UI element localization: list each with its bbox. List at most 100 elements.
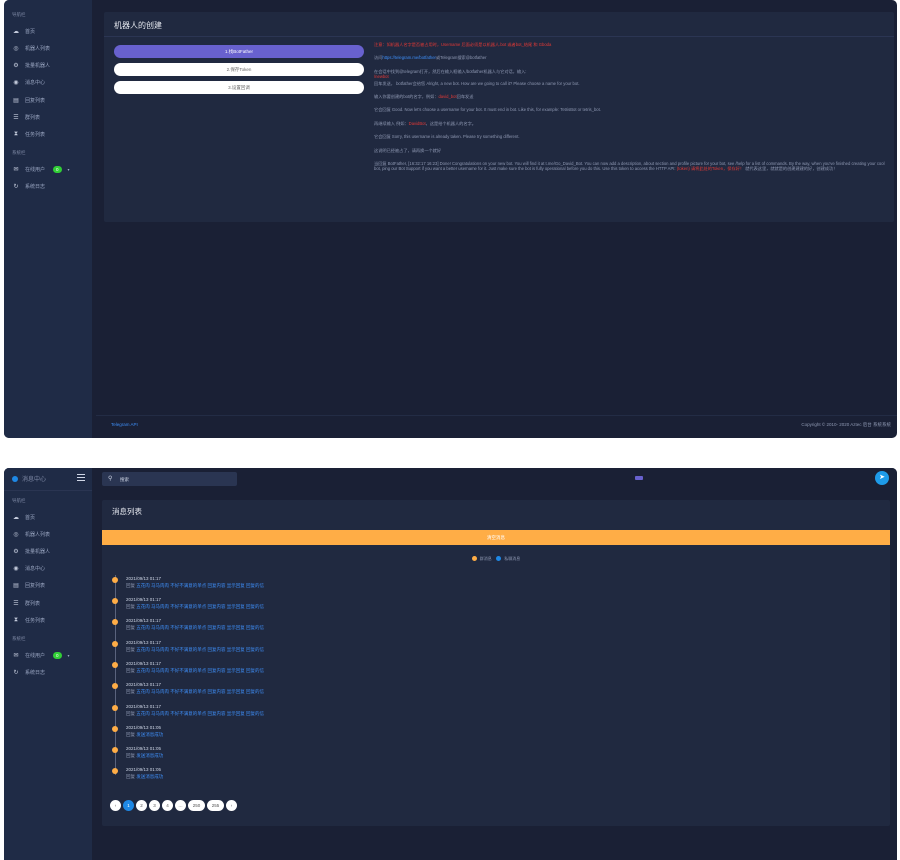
cloud-icon: ☁ xyxy=(13,28,19,35)
top-bar: ⚲ ➤ xyxy=(92,468,897,490)
message-link[interactable]: 发送消息成功 xyxy=(136,732,163,737)
count-badge: 0 xyxy=(53,651,62,659)
step-text: 这说明已经被占了，请再换一个就好 xyxy=(374,147,442,153)
refresh-icon: ↻ xyxy=(13,669,19,676)
page-button[interactable]: 255 xyxy=(207,800,224,811)
message-link[interactable]: 五花肉 马马肉肉 不好不满意的单点 回复内容 显示回复 回复的信 xyxy=(136,711,264,716)
sidebar-item-system-log[interactable]: ↻ 系统日志 xyxy=(12,181,88,191)
sidebar-item-message-center[interactable]: ◉ 消息中心 xyxy=(12,563,88,573)
timeline-dot-icon xyxy=(112,619,118,625)
sidebar-item-reply-list[interactable]: ▤ 回复列表 xyxy=(12,95,88,105)
step-text: 访问https://telegram.me/botfather或Telegram… xyxy=(374,55,487,61)
sidebar-item-label: 消息中心 xyxy=(25,565,46,572)
search-icon: ⚲ xyxy=(108,476,113,482)
sidebar-item-online-users[interactable]: ✉ 在线用户 0 ▾ xyxy=(12,650,88,660)
sidebar-item-label: 系统日志 xyxy=(25,669,46,676)
timeline-dot-icon xyxy=(112,768,118,774)
sidebar-item-label: 群列表 xyxy=(25,600,41,607)
sidebar-item-reply-list[interactable]: ▤ 回复列表 xyxy=(12,580,88,590)
message-icon: ◉ xyxy=(13,79,19,86)
count-badge: 0 xyxy=(53,165,62,173)
step-text: 它会回复 Good. Now let's choose a username f… xyxy=(374,107,601,113)
sidebar-section-label: 系统栏 xyxy=(12,150,26,155)
page-prev-button[interactable]: ‹ xyxy=(110,800,121,811)
sidebar-item-label: 在线用户 xyxy=(25,652,46,659)
tab-save-token[interactable]: 2.保存Token xyxy=(114,63,364,76)
sidebar-item-label: 在线用户 xyxy=(25,166,46,173)
chat-icon: ✉ xyxy=(13,652,19,659)
search-input[interactable] xyxy=(120,474,230,484)
page-next-button[interactable]: › xyxy=(226,800,237,811)
refresh-icon: ↻ xyxy=(13,183,19,190)
page-button[interactable]: 2 xyxy=(136,800,147,811)
tab-set-callback[interactable]: 3.设置回调 xyxy=(114,81,364,94)
step-text: 输入你要创建的bot的名字，例如：david_bot回车发送 xyxy=(374,94,474,100)
step-text: 在会话中找到@telegram打开，然后在输入框输入/botfather机器人与… xyxy=(374,68,527,80)
menu-icon[interactable] xyxy=(77,474,85,482)
sidebar-item-label: 首页 xyxy=(25,28,36,35)
search-box[interactable]: ⚲ xyxy=(102,472,237,486)
message-link[interactable]: 发送消息成功 xyxy=(136,753,163,758)
robot-icon: ◎ xyxy=(13,531,19,538)
hourglass-icon: ⧗ xyxy=(13,616,19,623)
sidebar-item-batch-robot[interactable]: ⚙ 批量机器人 xyxy=(12,546,88,556)
timeline-dot-icon xyxy=(112,747,118,753)
step-text: 再继续输入 例如：DavidBot，这是给个机器人的名字。 xyxy=(374,120,476,126)
sidebar-section-label: 导航栏 xyxy=(12,12,26,17)
cogs-icon: ⚙ xyxy=(13,62,19,69)
message-link[interactable]: 发送消息成功 xyxy=(136,774,163,779)
clear-messages-button[interactable]: 清空消息 xyxy=(102,530,890,545)
sidebar-item-robot-list[interactable]: ◎ 机器人列表 xyxy=(12,529,88,539)
timeline-dot-icon xyxy=(112,705,118,711)
message-link[interactable]: 五花肉 马马肉肉 不好不满意的单点 回复内容 显示回复 回复的信 xyxy=(136,583,264,588)
sidebar-item-robot-list[interactable]: ◎ 机器人列表 xyxy=(12,43,88,53)
page-button[interactable]: 4 xyxy=(162,800,173,811)
footer: Telegram API Copyright © 2010- 2020 Azte… xyxy=(96,415,897,438)
sidebar-item-batch-robot[interactable]: ⚙ 批量机器人 xyxy=(12,60,88,70)
step-text: 回车发送， botfather会给您 Alright, a new bot. H… xyxy=(374,80,580,86)
message-link[interactable]: 五花肉 马马肉肉 不好不满意的单点 回复内容 显示回复 回复的信 xyxy=(136,689,264,694)
legend-label: 私聊消息 xyxy=(504,556,521,561)
sidebar-section-label: 系统栏 xyxy=(12,636,26,641)
message-link[interactable]: 五花肉 马马肉肉 不好不满意的单点 回复内容 显示回复 回复的信 xyxy=(136,647,264,652)
sidebar-item-label: 机器人列表 xyxy=(25,531,51,538)
card-title: 机器人的创建 xyxy=(114,21,162,30)
tab-find-botfather[interactable]: 1.找BotFather xyxy=(114,45,364,58)
sidebar-item-task-list[interactable]: ⧗ 任务列表 xyxy=(12,129,88,139)
telegram-icon[interactable]: ➤ xyxy=(875,471,889,485)
sidebar-item-home[interactable]: ☁ 首页 xyxy=(12,26,88,36)
page-button[interactable]: 3 xyxy=(149,800,160,811)
card-title: 消息列表 xyxy=(112,507,142,516)
timeline-dot-icon xyxy=(112,577,118,583)
private-dot-icon xyxy=(496,556,502,562)
sidebar-item-group-list[interactable]: ☰ 群列表 xyxy=(12,112,88,122)
message-link[interactable]: 五花肉 马马肉肉 不好不满意的单点 回复内容 显示回复 回复的信 xyxy=(136,668,264,673)
message-link[interactable]: 五花肉 马马肉肉 不好不满意的单点 回复内容 显示回复 回复的信 xyxy=(136,625,264,630)
timeline-dot-icon xyxy=(112,726,118,732)
page-button[interactable]: 1 xyxy=(123,800,134,811)
divider xyxy=(104,36,894,37)
sidebar-item-home[interactable]: ☁ 首页 xyxy=(12,512,88,522)
message-icon: ◉ xyxy=(13,565,19,572)
sidebar-item-label: 批量机器人 xyxy=(25,62,51,69)
sidebar-item-group-list[interactable]: ☰ 群列表 xyxy=(12,598,88,608)
sidebar-item-message-center[interactable]: ◉ 消息中心 xyxy=(12,77,88,87)
footer-link[interactable]: Telegram API xyxy=(111,422,138,427)
timeline-line xyxy=(115,575,116,775)
message-list-card: 消息列表 清空消息 群消息 私聊消息 2021/09/13 01:17 回复 五花… xyxy=(102,500,890,826)
legend: 群消息 私聊消息 xyxy=(102,556,890,562)
cloud-icon: ☁ xyxy=(13,514,19,521)
hourglass-icon: ⧗ xyxy=(13,130,19,137)
sidebar-item-label: 群列表 xyxy=(25,114,41,121)
timeline-dot-icon xyxy=(112,598,118,604)
timeline-dot-icon xyxy=(112,641,118,647)
sidebar-item-task-list[interactable]: ⧗ 任务列表 xyxy=(12,615,88,625)
keyboard-icon: ▤ xyxy=(13,97,19,104)
message-link[interactable]: 五花肉 马马肉肉 不好不满意的单点 回复内容 显示回复 回复的信 xyxy=(136,604,264,609)
logo-icon xyxy=(12,476,18,482)
sidebar-item-system-log[interactable]: ↻ 系统日志 xyxy=(12,667,88,677)
sidebar-item-online-users[interactable]: ✉ 在线用户 0 ▾ xyxy=(12,164,88,174)
botfather-link[interactable]: https://telegram.me/botfather xyxy=(382,55,436,60)
page-button[interactable]: 250 xyxy=(188,800,205,811)
timeline-dot-icon xyxy=(112,683,118,689)
